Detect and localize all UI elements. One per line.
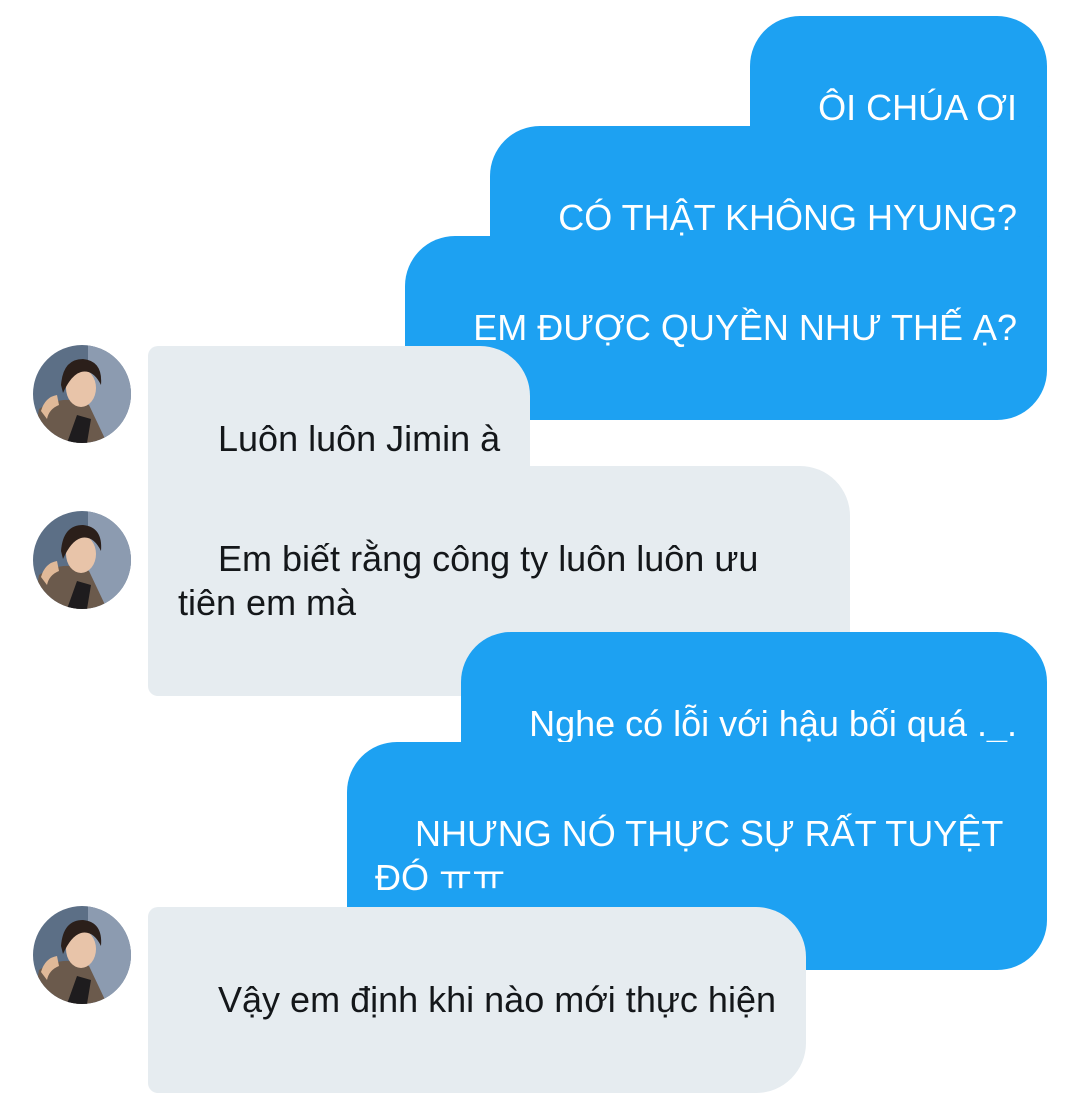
message-text: Luôn luôn Jimin à — [218, 418, 501, 459]
message-text: ÔI CHÚA ƠI — [818, 87, 1017, 128]
message-text: Vậy em định khi nào mới thực hiện — [218, 979, 776, 1020]
message-text: NHƯNG NÓ THỰC SỰ RẤT TUYỆT ĐÓ ㅠㅠ — [375, 813, 1013, 898]
contact-avatar[interactable] — [33, 906, 131, 1004]
message-text: Nghe có lỗi với hậu bối quá ._. — [529, 703, 1017, 744]
user-avatar-photo-icon — [33, 345, 131, 443]
user-avatar-photo-icon — [33, 906, 131, 1004]
message-text: EM ĐƯỢC QUYỀN NHƯ THẾ Ạ? — [473, 307, 1017, 348]
incoming-message-bubble[interactable]: Vậy em định khi nào mới thực hiện — [148, 907, 806, 1093]
contact-avatar[interactable] — [33, 345, 131, 443]
user-avatar-photo-icon — [33, 511, 131, 609]
message-thread: ÔI CHÚA ƠI CÓ THẬT KHÔNG HYUNG? EM ĐƯỢC … — [0, 0, 1080, 1093]
message-text: CÓ THẬT KHÔNG HYUNG? — [558, 197, 1017, 238]
contact-avatar[interactable] — [33, 511, 131, 609]
message-text: Em biết rằng công ty luôn luôn ưu tiên e… — [178, 538, 769, 623]
